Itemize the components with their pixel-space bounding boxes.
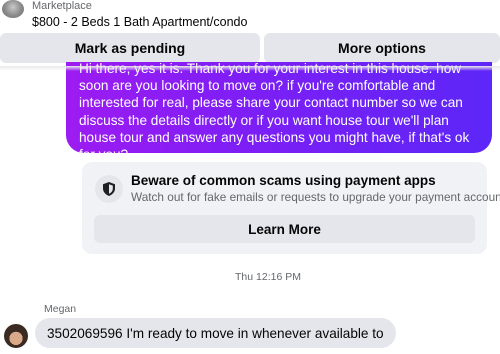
incoming-message-bubble[interactable]: 3502069596 I'm ready to move in whenever… [35,318,396,348]
sender-name: Megan [44,303,77,315]
incoming-message-text: 3502069596 I'm ready to move in whenever… [47,325,384,341]
learn-more-button[interactable]: Learn More [94,215,475,243]
more-options-button[interactable]: More options [264,33,500,63]
scam-warning-title: Beware of common scams using payment app… [131,173,436,188]
outgoing-message-text: Hi there, yes it is. Thank you for your … [79,62,470,153]
conversation-header: Marketplace $800 - 2 Beds 1 Bath Apartme… [0,0,500,33]
mark-as-pending-button[interactable]: Mark as pending [0,33,260,63]
listing-actions: Mark as pending More options [0,33,500,65]
header-divider [0,66,500,71]
outgoing-message-bubble[interactable]: Hi there, yes it is. Thank you for your … [66,62,492,153]
avatar[interactable] [4,324,28,348]
scam-warning-description: Watch out for fake emails or requests to… [131,190,500,204]
scam-warning-card: Beware of common scams using payment app… [82,162,500,254]
listing-title[interactable]: $800 - 2 Beds 1 Bath Apartment/condo [32,14,247,30]
message-timestamp: Thu 12:16 PM [235,271,301,283]
marketplace-label: Marketplace [32,0,92,12]
shield-icon [95,175,123,203]
listing-thumbnail[interactable] [2,0,24,18]
